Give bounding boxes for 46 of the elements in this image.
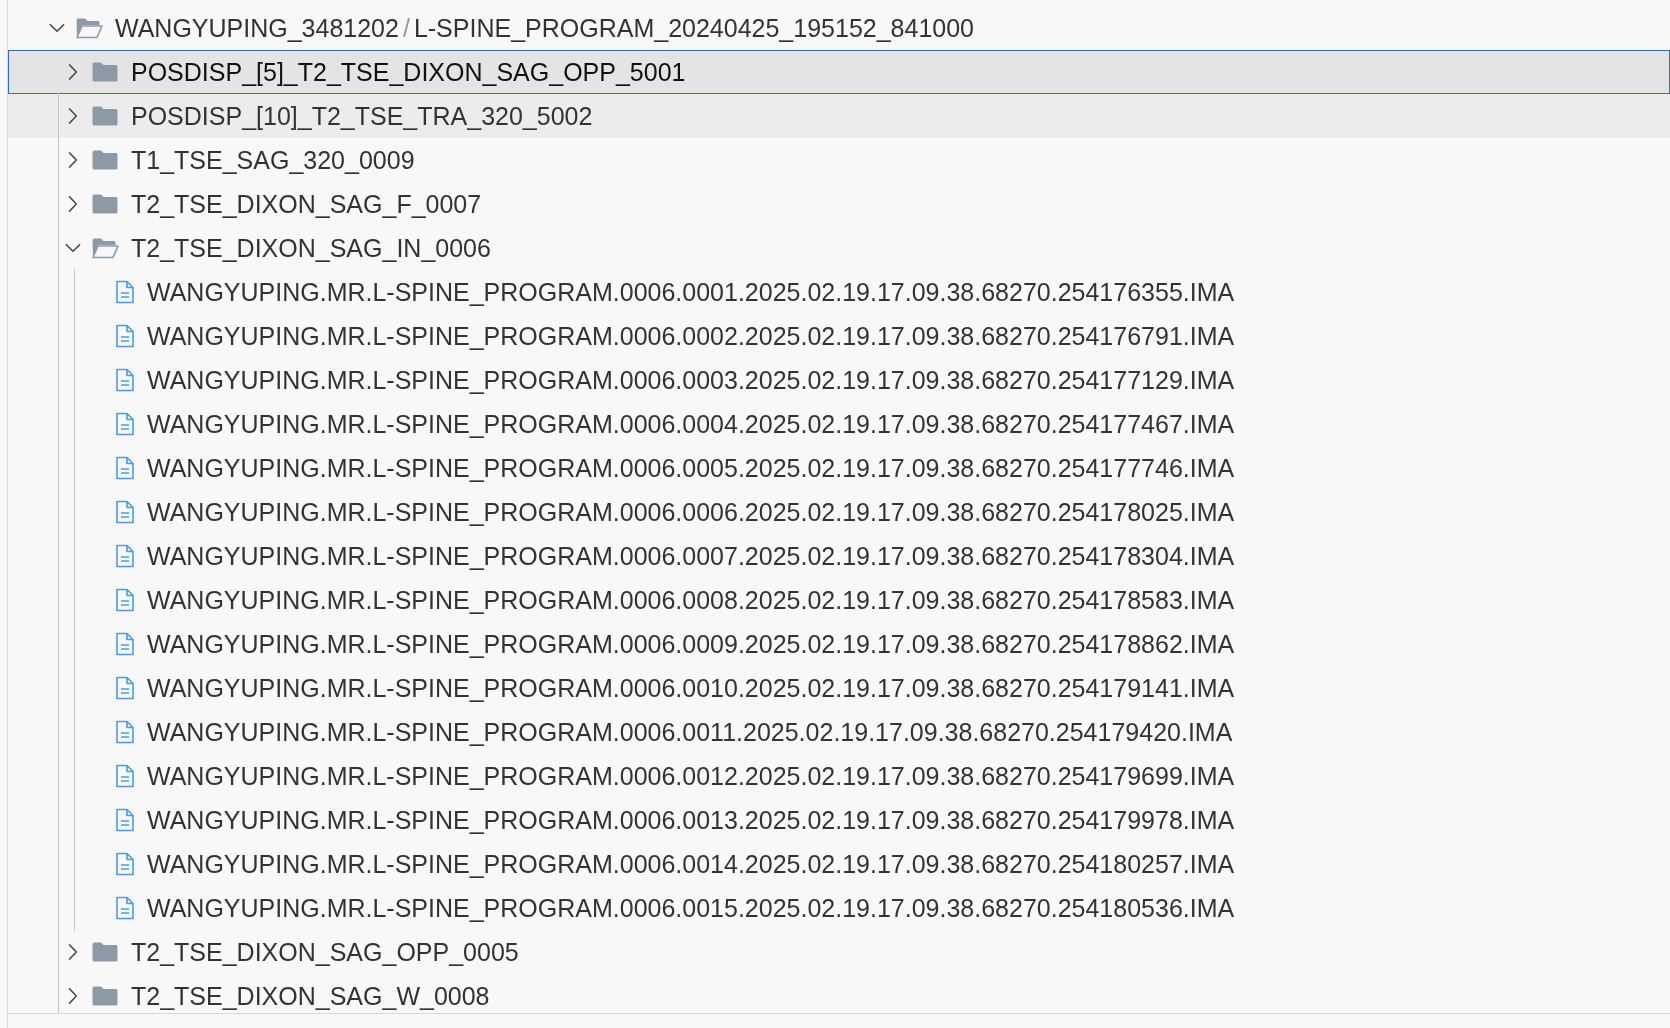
file-item[interactable]: WANGYUPING.MR.L-SPINE_PROGRAM.0006.0005.2025.02.19.17.09.38.68270.254177746.IMA [8, 446, 1670, 490]
file-item[interactable]: WANGYUPING.MR.L-SPINE_PROGRAM.0006.0012.2025.02.19.17.09.38.68270.254179699.IMA [8, 754, 1670, 798]
folder-item[interactable]: T2_TSE_DIXON_SAG_IN_0006 [8, 226, 1670, 270]
folder-icon [91, 193, 119, 215]
file-icon [115, 896, 135, 920]
folder-icon [91, 61, 119, 83]
open-folder-icon [75, 17, 103, 39]
folder-icon [91, 149, 119, 171]
file-icon [115, 764, 135, 788]
file-icon [115, 632, 135, 656]
file-item[interactable]: WANGYUPING.MR.L-SPINE_PROGRAM.0006.0002.2025.02.19.17.09.38.68270.254176791.IMA [8, 314, 1670, 358]
file-icon [115, 500, 135, 524]
folder-item[interactable]: WANGYUPING_3481202 / L-SPINE_PROGRAM_20240425_195152_841000 [8, 6, 1670, 50]
file-icon [115, 456, 135, 480]
file-item[interactable]: WANGYUPING.MR.L-SPINE_PROGRAM.0006.0003.2025.02.19.17.09.38.68270.254177129.IMA [8, 358, 1670, 402]
folder-icon [91, 985, 119, 1007]
file-item[interactable]: WANGYUPING.MR.L-SPINE_PROGRAM.0006.0014.2025.02.19.17.09.38.68270.254180257.IMA [8, 842, 1670, 886]
file-item[interactable]: WANGYUPING.MR.L-SPINE_PROGRAM.0006.0006.2025.02.19.17.09.38.68270.254178025.IMA [8, 490, 1670, 534]
folder-icon [91, 941, 119, 963]
file-item[interactable]: WANGYUPING.MR.L-SPINE_PROGRAM.0006.0015.2025.02.19.17.09.38.68270.254180536.IMA [8, 886, 1670, 930]
folder-icon [91, 105, 119, 127]
file-item[interactable]: WANGYUPING.MR.L-SPINE_PROGRAM.0006.0011.2025.02.19.17.09.38.68270.254179420.IMA [8, 710, 1670, 754]
file-icon [115, 280, 135, 304]
file-item[interactable]: WANGYUPING.MR.L-SPINE_PROGRAM.0006.0004.2025.02.19.17.09.38.68270.254177467.IMA [8, 402, 1670, 446]
file-item[interactable]: WANGYUPING.MR.L-SPINE_PROGRAM.0006.0008.2025.02.19.17.09.38.68270.254178583.IMA [8, 578, 1670, 622]
folder-item[interactable]: T2_TSE_DIXON_SAG_W_0008 [8, 974, 1670, 1013]
file-icon [115, 588, 135, 612]
file-item[interactable]: WANGYUPING.MR.L-SPINE_PROGRAM.0006.0010.2025.02.19.17.09.38.68270.254179141.IMA [8, 666, 1670, 710]
file-item[interactable]: WANGYUPING.MR.L-SPINE_PROGRAM.0006.0007.2025.02.19.17.09.38.68270.254178304.IMA [8, 534, 1670, 578]
file-icon [115, 324, 135, 348]
file-item[interactable]: WANGYUPING.MR.L-SPINE_PROGRAM.0006.0013.2025.02.19.17.09.38.68270.254179978.IMA [8, 798, 1670, 842]
file-item[interactable]: WANGYUPING.MR.L-SPINE_PROGRAM.0006.0001.2025.02.19.17.09.38.68270.254176355.IMA [8, 270, 1670, 314]
folder-item[interactable]: T2_TSE_DIXON_SAG_OPP_0005 [8, 930, 1670, 974]
folder-item[interactable]: T1_TSE_SAG_320_0009 [8, 138, 1670, 182]
folder-item[interactable]: POSDISP_[10]_T2_TSE_TRA_320_5002 [8, 94, 1670, 138]
file-icon [115, 808, 135, 832]
open-folder-icon [91, 237, 119, 259]
file-icon [115, 544, 135, 568]
file-icon [115, 720, 135, 744]
folder-item[interactable]: POSDISP_[5]_T2_TSE_DIXON_SAG_OPP_5001 [8, 50, 1670, 94]
file-icon [115, 412, 135, 436]
file-icon [115, 368, 135, 392]
file-icon [115, 676, 135, 700]
file-item[interactable]: WANGYUPING.MR.L-SPINE_PROGRAM.0006.0009.2025.02.19.17.09.38.68270.254178862.IMA [8, 622, 1670, 666]
file-icon [115, 852, 135, 876]
folder-item[interactable]: T2_TSE_DIXON_SAG_F_0007 [8, 182, 1670, 226]
